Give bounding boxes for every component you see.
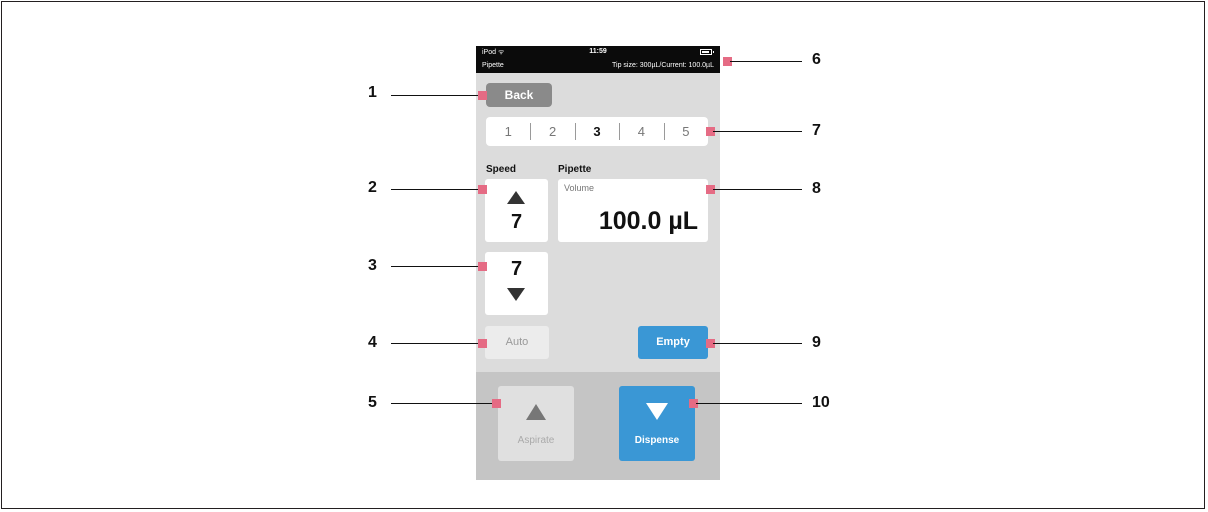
arrow-down-icon	[507, 288, 525, 301]
callout-line	[391, 403, 495, 404]
callout-line	[391, 266, 483, 267]
callout-line	[391, 95, 483, 96]
callout-number: 5	[368, 394, 377, 411]
callout-marker	[478, 91, 487, 100]
callout-line	[713, 189, 802, 190]
callout-marker	[478, 339, 487, 348]
tab-2[interactable]: 2	[530, 117, 574, 146]
aspirate-button[interactable]: Aspirate	[498, 386, 574, 461]
callout-marker	[478, 262, 487, 271]
callout-line	[696, 403, 802, 404]
speed-up-button[interactable]: 7	[485, 179, 548, 242]
callout-number: 4	[368, 334, 377, 351]
callout-line	[730, 61, 802, 62]
back-button[interactable]: Back	[486, 83, 552, 107]
callout-marker	[492, 399, 501, 408]
callout-number: 3	[368, 257, 377, 274]
callout-number: 2	[368, 179, 377, 196]
app-name: Pipette	[482, 62, 504, 69]
tab-3[interactable]: 3	[574, 117, 619, 146]
callout-line	[713, 131, 802, 132]
volume-field[interactable]: Volume 100.0 µL	[558, 179, 708, 242]
dispense-label: Dispense	[634, 435, 680, 446]
phone-screen: iPod ᯤ 11:59 Pipette Tip size: 300µL/Cur…	[476, 46, 720, 480]
dispense-button[interactable]: Dispense	[619, 386, 695, 461]
arrow-down-icon	[646, 403, 668, 420]
callout-number: 9	[812, 334, 821, 351]
callout-line	[713, 343, 802, 344]
callout-number: 7	[812, 122, 821, 139]
tab-4[interactable]: 4	[619, 117, 663, 146]
callout-number: 8	[812, 180, 821, 197]
auto-button[interactable]: Auto	[485, 326, 549, 359]
empty-button[interactable]: Empty	[638, 326, 708, 359]
callout-number: 1	[368, 84, 377, 101]
tip-size-info: Tip size: 300µL/Current: 100.0µL	[612, 62, 714, 69]
volume-label: Volume	[564, 183, 595, 193]
battery-icon	[700, 49, 714, 55]
speed-label: Speed	[486, 164, 517, 175]
callout-number: 6	[812, 51, 821, 68]
clock: 11:59	[589, 48, 607, 55]
speed-up-value: 7	[510, 211, 523, 233]
volume-value: 100.0 µL	[598, 207, 698, 235]
tab-1[interactable]: 1	[486, 117, 530, 146]
speed-down-button[interactable]: 7	[485, 252, 548, 315]
callout-line	[391, 189, 483, 190]
aspirate-label: Aspirate	[517, 435, 555, 446]
arrow-up-icon	[507, 191, 525, 204]
speed-down-value: 7	[510, 258, 523, 280]
callout-line	[391, 343, 483, 344]
callout-marker	[478, 185, 487, 194]
channel-tabs: 1 2 3 4 5	[486, 117, 708, 146]
arrow-up-icon	[526, 404, 546, 420]
callout-number: 10	[812, 394, 830, 411]
tab-5[interactable]: 5	[663, 117, 708, 146]
pipette-label: Pipette	[558, 164, 592, 175]
status-bar: iPod ᯤ 11:59 Pipette Tip size: 300µL/Cur…	[476, 46, 720, 73]
